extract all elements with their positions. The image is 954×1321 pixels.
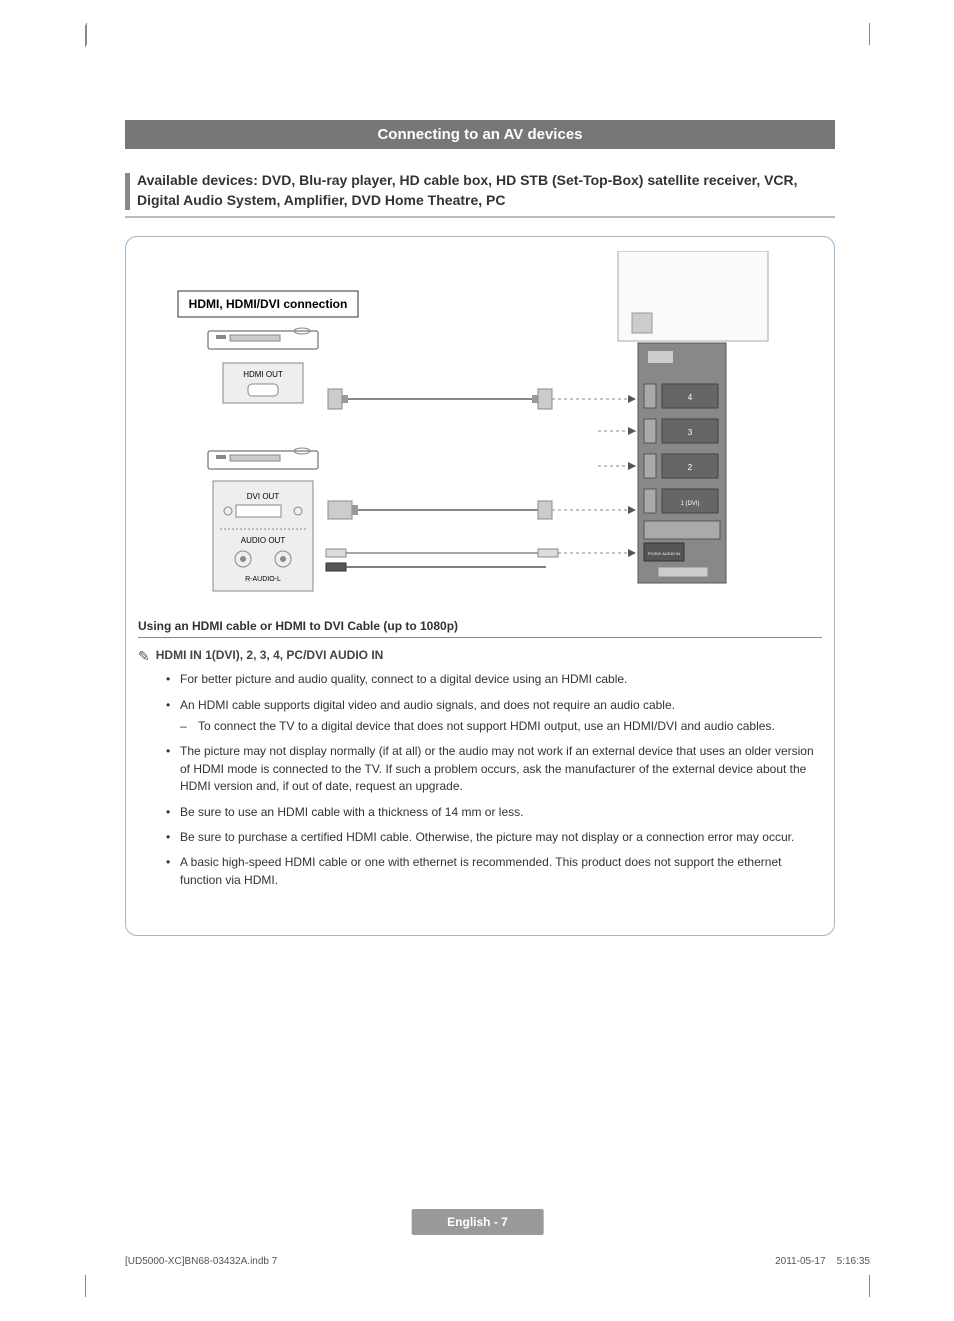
bullet-list: For better picture and audio quality, co…: [166, 671, 822, 889]
list-item: An HDMI cable supports digital video and…: [166, 697, 822, 736]
connection-diagram: HDMI, HDMI/DVI connection HDMI OUT: [138, 251, 822, 611]
print-timestamp: 2011-05-17 5:16:35: [775, 1256, 870, 1267]
note-text: HDMI IN 1(DVI), 2, 3, 4, PC/DVI AUDIO IN: [156, 648, 384, 662]
bullet-text: For better picture and audio quality, co…: [180, 672, 627, 686]
panel-port-1: 1 (DVI): [680, 501, 699, 507]
available-devices: Available devices: DVD, Blu-ray player, …: [125, 171, 835, 218]
diagram-r-audio-l: R-AUDIO-L: [245, 576, 281, 583]
note-icon: ✎: [138, 648, 150, 665]
panel-port-2: 2: [688, 463, 693, 472]
content-area: Connecting to an AV devices Available de…: [125, 120, 835, 936]
crop-mark: [848, 1273, 870, 1295]
panel-port-3: 3: [688, 428, 693, 437]
panel-port-4: 4: [688, 393, 693, 402]
diagram-box: HDMI, HDMI/DVI connection HDMI OUT: [125, 236, 835, 936]
page-number: English - 7: [411, 1209, 544, 1235]
crop-mark: [848, 25, 870, 47]
bullet-text: A basic high-speed HDMI cable or one wit…: [180, 855, 781, 886]
list-item: For better picture and audio quality, co…: [166, 671, 822, 688]
print-filename: [UD5000-XC]BN68-03432A.indb 7: [125, 1256, 277, 1267]
diagram-conn-label: HDMI, HDMI/DVI connection: [189, 297, 348, 311]
panel-audio-in: PC/DVI AUDIO IN: [648, 551, 680, 556]
bullet-text: Be sure to use an HDMI cable with a thic…: [180, 805, 523, 819]
list-item: Be sure to use an HDMI cable with a thic…: [166, 804, 822, 821]
bullet-text: Be sure to purchase a certified HDMI cab…: [180, 830, 794, 844]
diagram-hdmi-out: HDMI OUT: [243, 370, 283, 379]
crop-mark: [85, 1273, 107, 1295]
bullet-text: An HDMI cable supports digital video and…: [180, 698, 675, 712]
page: Connecting to an AV devices Available de…: [55, 25, 900, 1295]
list-item: Be sure to purchase a certified HDMI cab…: [166, 829, 822, 846]
crop-mark: [85, 25, 107, 47]
bullet-sub: To connect the TV to a digital device th…: [180, 718, 822, 735]
note-row: ✎ HDMI IN 1(DVI), 2, 3, 4, PC/DVI AUDIO …: [138, 648, 822, 665]
list-item: The picture may not display normally (if…: [166, 743, 822, 795]
subheading: Using an HDMI cable or HDMI to DVI Cable…: [138, 619, 822, 638]
section-title: Connecting to an AV devices: [125, 120, 835, 149]
diagram-dvi-out: DVI OUT: [247, 492, 280, 501]
bullet-text: The picture may not display normally (if…: [180, 744, 814, 793]
diagram-audio-out: AUDIO OUT: [241, 536, 286, 545]
list-item: A basic high-speed HDMI cable or one wit…: [166, 854, 822, 889]
